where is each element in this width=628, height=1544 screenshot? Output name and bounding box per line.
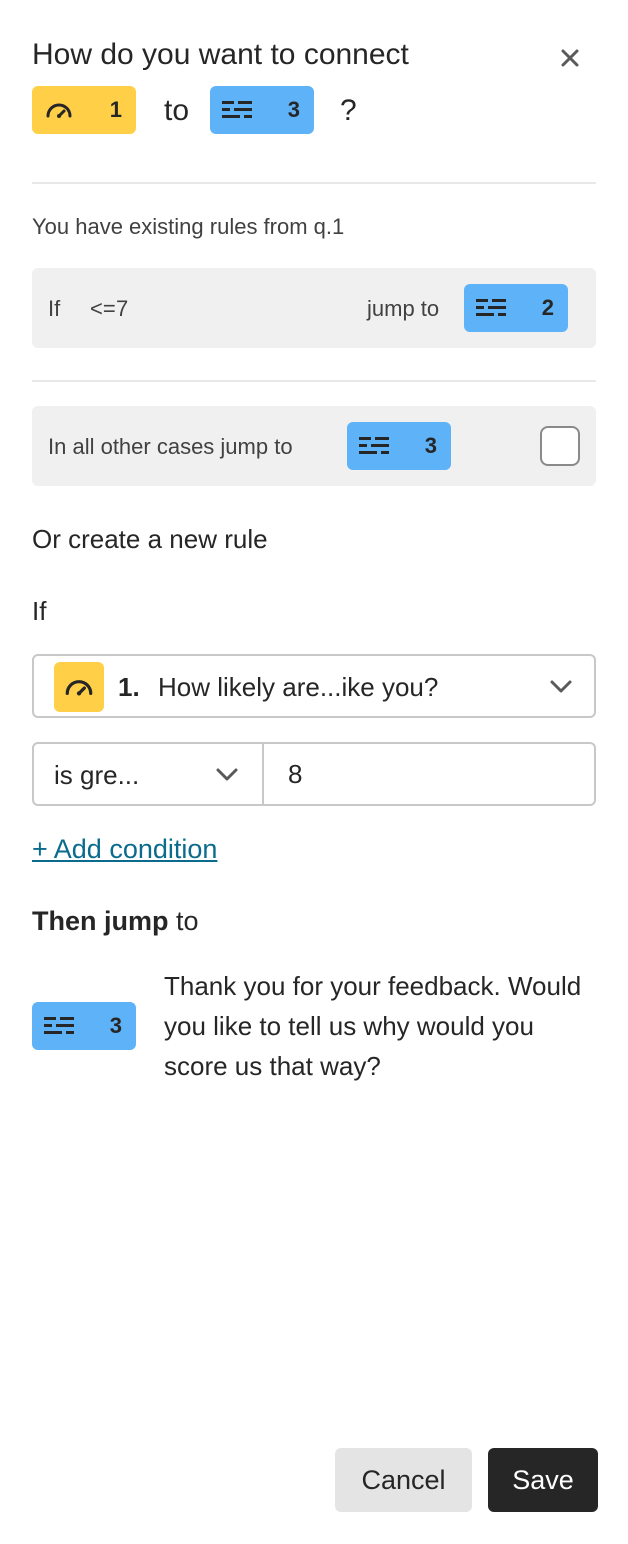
question-text: How likely are...ike you?: [158, 672, 439, 702]
add-condition-link[interactable]: + Add condition: [32, 834, 217, 865]
rule-value: 7: [116, 296, 129, 321]
text-lines-icon: [476, 299, 506, 316]
fallback-rule: In all other cases jump to 3: [32, 406, 596, 486]
then-jump-rest: to: [168, 906, 199, 936]
question-type-badge: [54, 662, 104, 712]
divider: [32, 380, 596, 382]
from-question-badge: 1: [32, 86, 136, 134]
rule-if-label: If: [48, 296, 61, 321]
rule-operator: <=: [90, 296, 116, 321]
rule-target-badge: 2: [464, 284, 568, 332]
question-select[interactable]: 1. How likely are...ike you?: [32, 654, 596, 718]
rule-target-number: 2: [541, 295, 554, 320]
chevron-down-icon: [216, 768, 238, 781]
gauge-icon: [46, 103, 72, 118]
jump-target-number: 3: [109, 1013, 122, 1038]
fallback-label: In all other cases jump to: [48, 434, 293, 459]
existing-rule[interactable]: If <= 7 jump to 2: [32, 268, 596, 348]
text-lines-icon: [44, 1017, 74, 1034]
question-mark: ?: [340, 94, 357, 127]
condition-value-input[interactable]: [266, 744, 594, 804]
new-rule-if-label: If: [32, 596, 47, 626]
new-rule-heading: Or create a new rule: [32, 524, 268, 554]
to-question-number: 3: [287, 97, 300, 122]
connector-word: to: [164, 94, 190, 127]
gauge-icon: [65, 680, 93, 696]
dialog-title: How do you want to connect: [32, 38, 409, 71]
connect-dialog: How do you want to connect 1 to 3 ? You …: [0, 0, 628, 1544]
rule-jump-label: jump to: [367, 296, 440, 321]
jump-target-text: Thank you for your feedback. Would you l…: [164, 971, 582, 1081]
question-number: 1.: [118, 672, 140, 702]
chevron-down-icon: [550, 680, 572, 693]
text-lines-icon: [359, 437, 389, 454]
divider: [32, 182, 596, 184]
existing-rules-label: You have existing rules from q.1: [32, 214, 345, 239]
fallback-target-badge: 3: [347, 422, 451, 470]
cancel-button[interactable]: Cancel: [335, 1448, 472, 1512]
save-button[interactable]: Save: [488, 1448, 598, 1512]
operator-select[interactable]: is gre...: [34, 744, 264, 804]
fallback-checkbox[interactable]: [540, 426, 580, 466]
from-question-number: 1: [109, 97, 122, 122]
operator-value: is gre...: [54, 760, 140, 790]
jump-target-badge[interactable]: 3: [32, 1002, 136, 1050]
text-lines-icon: [222, 101, 252, 118]
close-icon[interactable]: [556, 44, 584, 72]
to-question-badge: 3: [210, 86, 314, 134]
fallback-target-number: 3: [424, 433, 437, 458]
then-jump-bold: Then jump: [32, 906, 169, 936]
condition-row: is gre...: [32, 742, 596, 806]
then-jump-label: Then jump to: [32, 906, 199, 937]
